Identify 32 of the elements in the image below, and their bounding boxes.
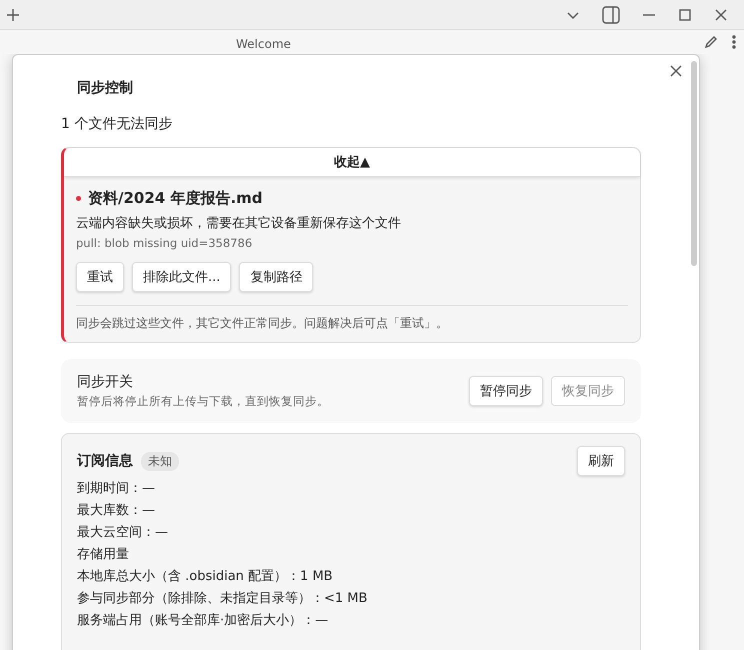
info-line: 最大库数：— xyxy=(77,502,156,520)
action-button[interactable]: 重试 xyxy=(76,262,124,292)
pencil-icon[interactable] xyxy=(704,35,718,49)
section-title: 订阅信息 xyxy=(77,452,133,470)
sidebar-toggle-icon[interactable] xyxy=(602,6,620,24)
maximize-icon[interactable] xyxy=(678,8,692,22)
action-button[interactable]: 排除此文件... xyxy=(132,262,232,292)
sync-button[interactable]: 暂停同步 xyxy=(469,376,543,406)
scrollbar[interactable] xyxy=(691,61,697,266)
info-line: 存储用量 xyxy=(77,546,130,564)
info-line: 本地库总大小（含 .obsidian 配置）：1 MB xyxy=(77,568,334,586)
info-line: 到期时间：— xyxy=(77,480,156,498)
action-button[interactable]: 复制路径 xyxy=(239,262,314,292)
close-icon[interactable] xyxy=(669,64,683,78)
sync-summary: 1 个文件无法同步 xyxy=(61,115,174,133)
section-title: 同步开关 xyxy=(77,373,134,391)
refresh-button[interactable]: 刷新 xyxy=(577,446,625,476)
status-badge: 未知 xyxy=(141,452,179,470)
info-line: 最大云空间：— xyxy=(77,524,169,542)
tab-title[interactable]: Welcome xyxy=(236,33,704,51)
error-detail: pull: blob missing uid=358786 xyxy=(76,236,254,250)
dialog-title: 同步控制 xyxy=(77,79,134,97)
section-description: 暂停后将停止所有上传与下载，直到恢复同步。 xyxy=(77,394,330,409)
error-message: 云端内容缺失或损坏，需要在其它设备重新保存这个文件 xyxy=(76,215,402,232)
new-tab-icon[interactable] xyxy=(6,8,20,22)
collapse-toggle[interactable]: 收起▲ xyxy=(64,148,640,177)
panel-note: 同步会跳过这些文件，其它文件正常同步。问题解决后可点「重试」。 xyxy=(76,305,628,332)
info-line: 参与同步部分（除排除、未指定目录等）：<1 MB xyxy=(77,590,368,608)
close-icon[interactable] xyxy=(714,8,728,22)
more-options-icon[interactable] xyxy=(732,35,736,49)
file-path: 资料/2024 年度报告.md xyxy=(88,189,263,208)
info-line: 服务端占用（账号全部库·加密后大小）：— xyxy=(77,612,330,630)
